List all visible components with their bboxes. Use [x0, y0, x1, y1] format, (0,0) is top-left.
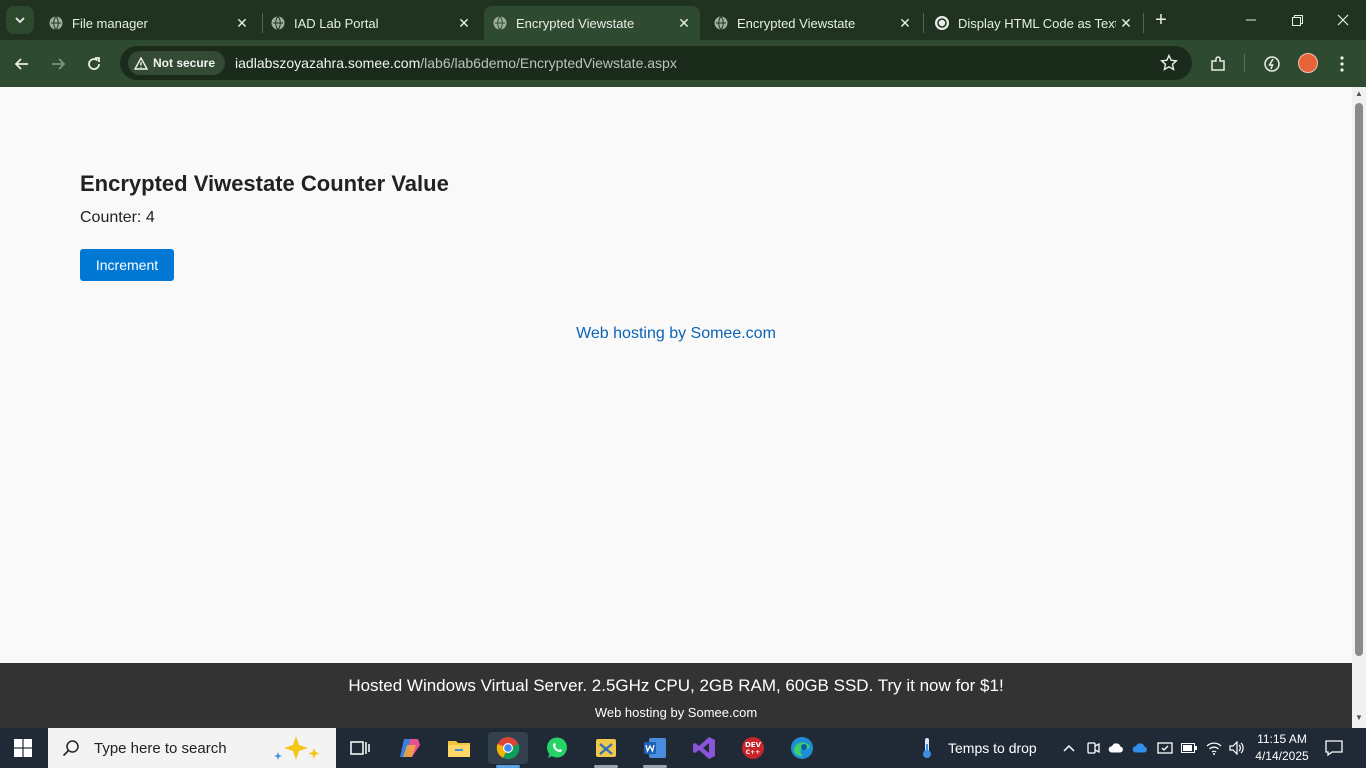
scroll-down-arrow-icon[interactable]: ▼: [1355, 714, 1363, 722]
warning-triangle-icon: [134, 56, 148, 70]
windows-start-icon[interactable]: [14, 739, 32, 757]
word-icon[interactable]: [635, 732, 675, 768]
close-icon[interactable]: ✕: [454, 13, 474, 33]
task-view-icon[interactable]: [340, 732, 380, 764]
tab-title: File manager: [72, 15, 148, 31]
more-menu-icon[interactable]: [1330, 52, 1354, 76]
browser-tab-bar: File manager ✕ IAD Lab Portal ✕ Encrypte…: [0, 0, 1366, 40]
globe-icon: [492, 15, 508, 31]
edge-icon[interactable]: [782, 732, 822, 764]
globe-icon: [713, 15, 729, 31]
close-icon[interactable]: ✕: [1116, 13, 1136, 33]
thermometer-icon: [923, 738, 931, 758]
tab-title: Display HTML Code as Text: [958, 15, 1116, 31]
tab-encrypted-viewstate-active[interactable]: Encrypted Viewstate ✕: [484, 6, 700, 40]
page-scrollbar[interactable]: ▲ ▼: [1352, 87, 1366, 728]
sparkle-icon: [274, 736, 320, 760]
tab-file-manager[interactable]: File manager ✕: [40, 6, 258, 40]
security-label: Not secure: [153, 56, 216, 70]
onedrive-icon[interactable]: [1132, 740, 1148, 756]
address-bar[interactable]: Not secure iadlabszoyazahra.somee.com/la…: [120, 46, 1192, 80]
minimize-icon[interactable]: [1228, 0, 1274, 40]
tab-iad-lab-portal[interactable]: IAD Lab Portal ✕: [262, 6, 480, 40]
visual-studio-icon[interactable]: [684, 732, 724, 764]
extensions-puzzle-icon[interactable]: [1206, 52, 1230, 76]
not-secure-chip[interactable]: Not secure: [128, 51, 226, 75]
search-icon: [62, 740, 79, 757]
tab-title: Encrypted Viewstate: [737, 15, 856, 31]
url-path: /lab6/lab6demo/EncryptedViewstate.aspx: [420, 55, 677, 71]
weather-text: Temps to drop: [948, 740, 1037, 756]
whatsapp-icon[interactable]: [537, 732, 577, 764]
chatgpt-icon: [934, 15, 950, 31]
scrollbar-thumb[interactable]: [1355, 103, 1363, 656]
window-close-icon[interactable]: [1320, 0, 1366, 40]
security-center-icon[interactable]: [1157, 740, 1173, 756]
chevron-up-icon[interactable]: [1061, 740, 1077, 756]
tab-encrypted-viewstate[interactable]: Encrypted Viewstate ✕: [705, 6, 921, 40]
restore-icon[interactable]: [1274, 0, 1320, 40]
tab-title: IAD Lab Portal: [294, 15, 379, 31]
search-placeholder: Type here to search: [94, 739, 227, 757]
weather-widget[interactable]: Temps to drop: [918, 728, 1037, 768]
tab-separator: [1143, 13, 1144, 33]
dev-cpp-icon[interactable]: DEV C++: [733, 732, 773, 764]
browser-toolbar: Not secure iadlabszoyazahra.somee.com/la…: [0, 40, 1366, 87]
wifi-icon[interactable]: [1206, 740, 1222, 756]
globe-icon: [48, 15, 64, 31]
back-arrow-icon[interactable]: [8, 50, 36, 78]
volume-icon[interactable]: [1229, 740, 1245, 756]
new-tab-plus-icon[interactable]: +: [1150, 9, 1172, 31]
system-clock[interactable]: 11:15 AM 4/14/2025: [1250, 731, 1314, 765]
page-title: Encrypted Viwestate Counter Value: [80, 171, 449, 196]
meet-now-icon[interactable]: [1085, 740, 1101, 756]
increment-button[interactable]: Increment: [80, 249, 174, 281]
chevron-down-icon: [15, 17, 25, 24]
chrome-icon[interactable]: [488, 732, 528, 768]
banner-text[interactable]: Hosted Windows Virtual Server. 2.5GHz CP…: [0, 676, 1352, 696]
copilot-icon[interactable]: [390, 732, 430, 764]
hosting-ad-banner[interactable]: Hosted Windows Virtual Server. 2.5GHz CP…: [0, 663, 1352, 728]
banner-hosting-link[interactable]: Web hosting by Somee.com: [0, 705, 1352, 720]
cloud-icon[interactable]: [1108, 740, 1124, 756]
performance-icon[interactable]: [1260, 52, 1284, 76]
svg-text:DEV: DEV: [745, 741, 762, 749]
clock-time: 11:15 AM: [1257, 732, 1307, 746]
tab-search-button[interactable]: [6, 6, 34, 34]
reload-icon[interactable]: [80, 50, 108, 78]
counter-label: Counter: 4: [80, 209, 155, 226]
web-hosting-link[interactable]: Web hosting by Somee.com: [0, 325, 1352, 343]
profile-avatar[interactable]: [1298, 53, 1318, 73]
globe-icon: [270, 15, 286, 31]
taskbar-search-box[interactable]: Type here to search: [48, 728, 336, 768]
scroll-up-arrow-icon[interactable]: ▲: [1355, 90, 1363, 98]
tab-separator: [923, 13, 924, 33]
snipping-tool-icon[interactable]: [586, 732, 626, 768]
notification-icon[interactable]: [1325, 739, 1343, 757]
close-icon[interactable]: ✕: [674, 13, 694, 33]
battery-icon[interactable]: [1181, 740, 1197, 756]
tab-title: Encrypted Viewstate: [516, 15, 635, 31]
windows-taskbar: Type here to search DEV C++ Temps to dro…: [0, 728, 1366, 768]
url-text[interactable]: iadlabszoyazahra.somee.com/lab6/lab6demo…: [235, 55, 677, 71]
url-host: iadlabszoyazahra.somee.com: [235, 55, 421, 71]
tab-display-html-code[interactable]: Display HTML Code as Text ✕: [926, 6, 1142, 40]
close-icon[interactable]: ✕: [895, 13, 915, 33]
toolbar-divider: [1244, 54, 1245, 72]
file-explorer-icon[interactable]: [439, 732, 479, 764]
svg-text:C++: C++: [746, 749, 760, 756]
forward-arrow-icon[interactable]: [44, 50, 72, 78]
bookmark-star-icon[interactable]: [1160, 54, 1178, 72]
close-icon[interactable]: ✕: [232, 13, 252, 33]
web-page-content: Encrypted Viwestate Counter Value Counte…: [0, 87, 1352, 663]
clock-date: 4/14/2025: [1255, 749, 1309, 763]
